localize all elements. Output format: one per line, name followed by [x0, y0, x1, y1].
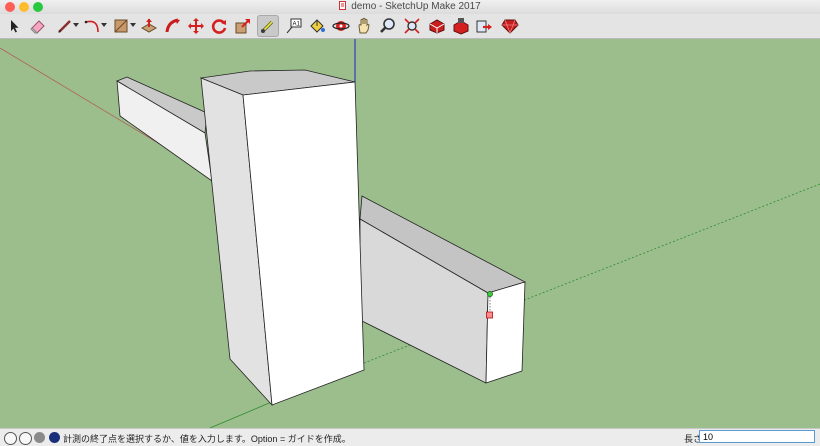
status-bar: 計測の終了点を選択するか、値を入力します。Option = ガイドを作成。 長さ	[0, 428, 820, 446]
orbit-tool[interactable]	[330, 15, 352, 37]
follow-me-tool[interactable]	[162, 15, 184, 37]
move-icon	[188, 18, 204, 34]
toolbar: A1	[0, 14, 820, 39]
tape-measure-tool[interactable]	[257, 15, 279, 37]
eraser-icon	[30, 20, 45, 34]
paint-bucket-icon	[310, 19, 325, 33]
line-icon	[58, 20, 71, 33]
document-icon	[339, 1, 347, 10]
share-model-tool[interactable]	[473, 15, 495, 37]
zoom-tool[interactable]	[377, 15, 399, 37]
window-title-text: demo - SketchUp Make 2017	[351, 1, 481, 12]
zoom-extents-tool[interactable]	[401, 15, 423, 37]
title-bar: demo - SketchUp Make 2017	[0, 0, 820, 15]
rotate-icon	[211, 19, 227, 34]
extension-warehouse-icon	[453, 18, 469, 35]
share-model-icon	[476, 20, 492, 33]
ruby-tool[interactable]	[499, 15, 521, 37]
geo-location-icon[interactable]	[4, 432, 17, 445]
tape-measure-icon	[261, 20, 274, 33]
pan-icon	[358, 17, 370, 34]
arc-icon	[84, 20, 99, 33]
vertical-post[interactable]	[199, 69, 365, 407]
select-icon	[11, 20, 19, 33]
move-tool[interactable]	[185, 15, 207, 37]
start-point-marker	[487, 291, 493, 297]
orbit-icon	[332, 21, 350, 31]
scene	[0, 39, 820, 428]
select-tool[interactable]	[3, 15, 25, 37]
svg-text:A1: A1	[293, 22, 301, 28]
shape-icon	[114, 19, 128, 33]
zoom-icon	[380, 18, 395, 33]
eraser-tool[interactable]	[27, 15, 49, 37]
pan-tool[interactable]	[353, 15, 375, 37]
paint-bucket-tool[interactable]	[306, 15, 328, 37]
credits-icon[interactable]	[19, 432, 32, 445]
scale-tool[interactable]	[232, 15, 254, 37]
text-tool[interactable]: A1	[283, 15, 305, 37]
instructor-icon[interactable]	[49, 432, 60, 443]
ruby-icon	[501, 19, 519, 35]
push-pull-tool[interactable]	[138, 15, 160, 37]
modeling-viewport[interactable]	[0, 39, 820, 428]
zoom-extents-icon	[404, 18, 420, 34]
shape-dropdown-caret[interactable]	[130, 23, 136, 27]
extension-warehouse-tool[interactable]	[450, 15, 472, 37]
shape-tool[interactable]	[110, 15, 132, 37]
line-dropdown-caret[interactable]	[73, 23, 79, 27]
arc-dropdown-caret[interactable]	[101, 23, 107, 27]
follow-me-icon	[165, 18, 180, 33]
window-title: demo - SketchUp Make 2017	[0, 1, 820, 12]
measurement-input[interactable]	[699, 430, 815, 443]
user-icon[interactable]	[34, 432, 45, 443]
end-point-marker	[486, 311, 493, 319]
scale-icon	[235, 19, 250, 34]
3d-warehouse-tool[interactable]	[426, 15, 448, 37]
text-icon: A1	[286, 18, 302, 34]
rotate-tool[interactable]	[208, 15, 230, 37]
3d-warehouse-icon	[429, 19, 445, 34]
push-pull-icon	[140, 18, 158, 33]
status-message: 計測の終了点を選択するか、値を入力します。Option = ガイドを作成。	[63, 434, 351, 444]
